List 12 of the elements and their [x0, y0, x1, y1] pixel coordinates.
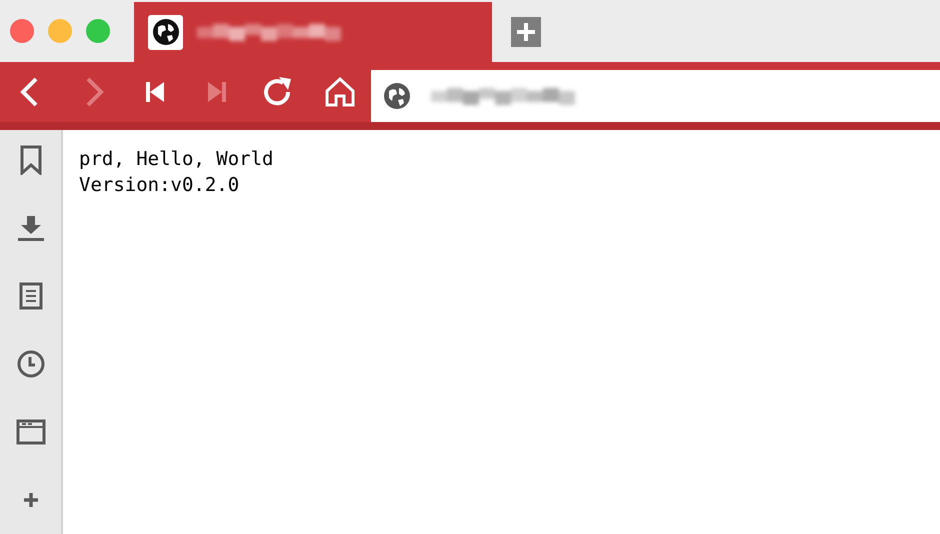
window-control-button[interactable] [10, 19, 34, 43]
window-icon [16, 417, 46, 447]
address-field[interactable] [371, 70, 940, 122]
clock-icon [16, 349, 46, 379]
home-icon [323, 75, 358, 109]
page-text: prd, Hello, World [79, 147, 274, 172]
plus-icon [515, 21, 537, 43]
new-tab-button[interactable] [511, 17, 541, 47]
browser-tab[interactable] [134, 2, 492, 62]
page-text: Version:v0.2.0 [79, 173, 240, 198]
download-icon [16, 213, 46, 243]
globe-icon [383, 82, 412, 110]
